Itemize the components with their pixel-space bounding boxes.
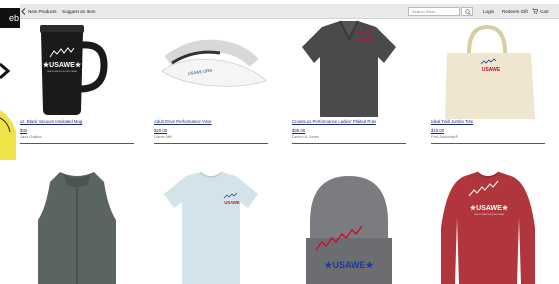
top-nav-bar: New Products Suggest an Item Search Stor…	[20, 4, 559, 19]
product-card[interactable]: USAWE	[154, 168, 268, 284]
product-title[interactable]: Adult Drive Performance Visor	[154, 119, 268, 125]
card-divider	[20, 143, 134, 144]
nav-cart[interactable]: Cart	[540, 4, 549, 19]
product-brand: Jazz Galtinz	[20, 134, 42, 139]
product-image-visor[interactable]: USAWE.ORG	[154, 19, 268, 119]
product-title[interactable]: Ideal Twill Jumbo Tote	[431, 119, 545, 125]
product-brand: Port Authority®	[431, 134, 458, 139]
card-divider	[154, 143, 268, 144]
svg-text:USAWE: USAWE	[224, 200, 240, 205]
svg-text:★USAWE★: ★USAWE★	[43, 61, 82, 69]
svg-text:★USAWE★: ★USAWE★	[324, 260, 374, 270]
product-image-tshirt[interactable]: USAWE	[154, 168, 268, 284]
search-icon	[465, 9, 471, 15]
search-input[interactable]: Search Store	[408, 7, 460, 16]
product-image-longsleeve[interactable]: ★USAWE★ USA WOMEN'S EQUESTRIAN	[431, 168, 545, 284]
svg-text:★USAWE★: ★USAWE★	[470, 204, 509, 212]
product-card[interactable]: ★USAWE★ USA WOMEN'S EQUESTRIAN oz. Black…	[20, 19, 134, 144]
card-divider	[292, 143, 406, 144]
product-card[interactable]: ★USAWE★	[292, 168, 406, 284]
nav-suggest-item[interactable]: Suggest an Item	[62, 4, 95, 19]
cart-icon[interactable]	[532, 8, 538, 14]
nav-login[interactable]: Login	[483, 4, 494, 19]
left-edge-x-graphic	[0, 62, 11, 80]
product-card[interactable]: ★USAWE★ USA WOMEN'S EQUESTRIAN	[431, 168, 545, 284]
product-title[interactable]: CrownLux Performance Ladies' Plaited Pol…	[292, 119, 406, 125]
left-edge-graphic	[0, 100, 18, 160]
product-brand: Devon & Jones	[292, 134, 320, 139]
left-edge-strip: eb	[0, 0, 20, 284]
product-image-tote[interactable]: USAWE	[431, 19, 545, 119]
product-card[interactable]	[20, 168, 134, 284]
product-image-vest[interactable]	[20, 168, 134, 284]
product-image-mug[interactable]: ★USAWE★ USA WOMEN'S EQUESTRIAN	[20, 19, 134, 119]
product-card[interactable]: USAWE.ORG Adult Drive Performance Visor …	[154, 19, 268, 144]
product-card[interactable]: USAWE CrownLux Performance Ladies' Plait…	[292, 19, 406, 144]
left-edge-badge: eb	[0, 8, 20, 28]
chevron-left-icon[interactable]	[21, 8, 26, 15]
search-button[interactable]	[461, 7, 473, 16]
product-card[interactable]: USAWE Ideal Twill Jumbo Tote $19.00 Port…	[431, 19, 545, 144]
svg-text:USA WOMEN'S EQUESTRIAN: USA WOMEN'S EQUESTRIAN	[474, 213, 505, 216]
product-image-polo[interactable]: USAWE	[292, 19, 406, 119]
svg-text:USAWE: USAWE	[358, 37, 374, 42]
product-image-beanie[interactable]: ★USAWE★	[292, 168, 406, 284]
nav-new-products[interactable]: New Products	[28, 4, 57, 19]
svg-text:USAWE: USAWE	[482, 67, 501, 73]
nav-redeem-gift[interactable]: Redeem Gift	[502, 4, 528, 19]
product-title[interactable]: oz. Black Vacuum Insulated Mug	[20, 119, 134, 125]
card-divider	[431, 143, 545, 144]
svg-text:USA WOMEN'S EQUESTRIAN: USA WOMEN'S EQUESTRIAN	[47, 70, 78, 73]
product-brand: Game Mill	[154, 134, 173, 139]
